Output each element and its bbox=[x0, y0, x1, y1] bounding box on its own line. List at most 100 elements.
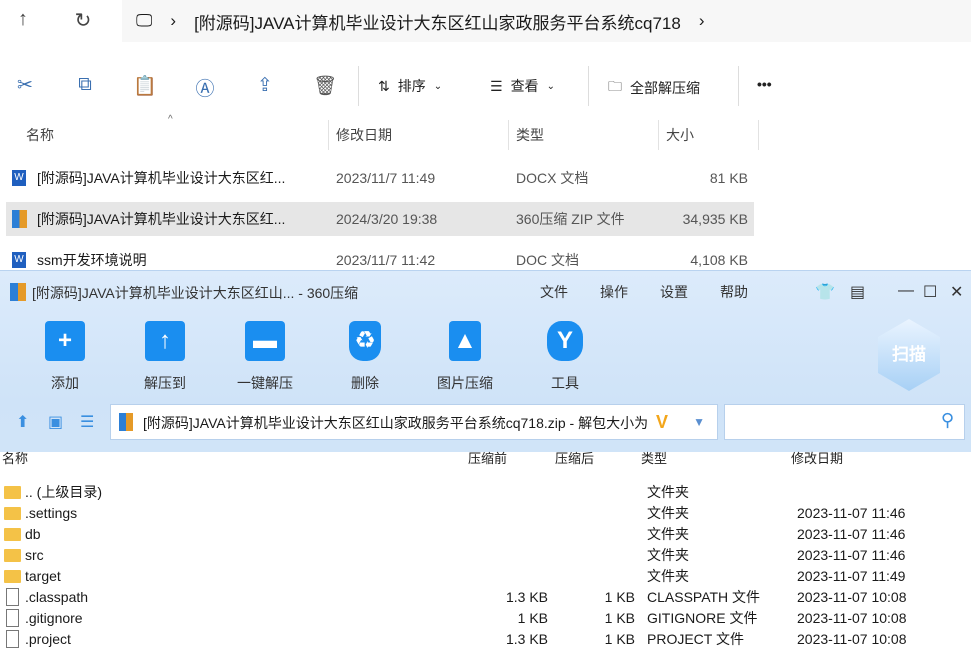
search-icon[interactable]: ⚲ bbox=[941, 410, 954, 431]
list-view-icon[interactable]: ☰ bbox=[80, 412, 94, 432]
entry-type: 文件夹 bbox=[647, 526, 689, 542]
view-button[interactable]: ☰ 查看 ⌄ bbox=[490, 76, 555, 96]
scan-button[interactable]: 扫描 bbox=[878, 319, 940, 391]
dropdown-icon[interactable]: ▼ bbox=[693, 405, 705, 439]
entry-before: 1 KB bbox=[517, 610, 548, 626]
paste-icon[interactable]: 📋 bbox=[130, 74, 160, 98]
address-bar[interactable]: 🖵 › [附源码]JAVA计算机毕业设计大东区红山家政服务平台系统cq718 › bbox=[122, 0, 971, 42]
menu-help[interactable]: 帮助 bbox=[720, 282, 748, 302]
cut-icon[interactable]: ✂ bbox=[10, 74, 40, 97]
entry-type: CLASSPATH 文件 bbox=[647, 589, 761, 605]
entry-name: db bbox=[25, 526, 41, 542]
one-click-extract-button[interactable]: ▬ 一键解压 bbox=[225, 321, 305, 393]
more-button[interactable]: ••• bbox=[757, 76, 772, 92]
archive-row[interactable]: db 文件夹 2023-11-07 11:46 bbox=[0, 524, 971, 545]
menu-settings[interactable]: 设置 bbox=[660, 282, 688, 302]
column-size[interactable]: 大小 bbox=[666, 120, 694, 150]
breadcrumb[interactable]: [附源码]JAVA计算机毕业设计大东区红山家政服务平台系统cq718 bbox=[194, 9, 681, 34]
archive-row[interactable]: .gitignore 1 KB 1 KB GITIGNORE 文件 2023-11-07… bbox=[0, 608, 971, 629]
image-compress-button[interactable]: ▲ 图片压缩 bbox=[425, 321, 505, 393]
entry-type: PROJECT 文件 bbox=[647, 631, 744, 647]
sort-label: 排序 bbox=[397, 78, 426, 94]
archive-file-list: 名称 压缩前 压缩后 类型 修改日期 .. (上级目录) 文件夹 .settings… bbox=[0, 451, 971, 650]
file-name: [附源码]JAVA计算机毕业设计大东区红... bbox=[37, 170, 286, 186]
file-row[interactable]: W [附源码]JAVA计算机毕业设计大东区红... 2023/11/7 11:49 D… bbox=[6, 161, 754, 195]
archive-row[interactable]: .. (上级目录) 文件夹 bbox=[0, 482, 971, 503]
file-row[interactable]: [附源码]JAVA计算机毕业设计大东区红... 2024/3/20 19:38 36… bbox=[6, 202, 754, 236]
rename-icon[interactable]: Ⓐ bbox=[190, 74, 220, 101]
share-icon[interactable]: ⇪ bbox=[250, 74, 280, 97]
menu-operate[interactable]: 操作 bbox=[600, 282, 628, 302]
extract-to-button[interactable]: ↑ 解压到 bbox=[125, 321, 205, 393]
entry-date: 2023-11-07 11:46 bbox=[797, 505, 906, 521]
column-date[interactable]: 修改日期 bbox=[791, 448, 843, 467]
sort-button[interactable]: ⇅ 排序 ⌄ bbox=[378, 76, 442, 96]
column-after[interactable]: 压缩后 bbox=[555, 448, 594, 467]
extract-all-button[interactable]: 🗀 全部解压缩 bbox=[608, 76, 700, 100]
sort-icon: ⇅ bbox=[378, 77, 390, 94]
folder-icon bbox=[4, 570, 21, 583]
delete-icon[interactable]: 🗑 bbox=[310, 74, 340, 98]
maximize-icon[interactable]: ☐ bbox=[923, 282, 937, 302]
chevron-down-icon: ⌄ bbox=[546, 80, 555, 92]
up-level-icon[interactable]: ⬆ bbox=[16, 412, 29, 432]
refresh-icon[interactable]: ↻ bbox=[68, 8, 98, 36]
menu-file[interactable]: 文件 bbox=[540, 282, 568, 302]
entry-after: 1 KB bbox=[604, 589, 635, 605]
tools-button[interactable]: Y 工具 bbox=[525, 321, 605, 393]
archive-path-field[interactable]: [附源码]JAVA计算机毕业设计大东区红山家政服务平台系统cq718.zip -… bbox=[110, 404, 718, 440]
column-type[interactable]: 类型 bbox=[641, 448, 667, 467]
folder-icon bbox=[4, 507, 21, 520]
entry-type: 文件夹 bbox=[647, 547, 689, 563]
entry-name: .settings bbox=[25, 505, 78, 521]
view-label: 查看 bbox=[510, 78, 539, 94]
one-click-extract-icon: ▬ bbox=[245, 321, 285, 361]
file-icon bbox=[6, 630, 19, 648]
delete-label: 删除 bbox=[351, 375, 379, 391]
entry-name: src bbox=[25, 547, 44, 563]
archive-row[interactable]: .project 1.3 KB 1 KB PROJECT 文件 2023-11-07 1… bbox=[0, 629, 971, 650]
column-name[interactable]: 名称 bbox=[26, 120, 54, 150]
detail-view-icon[interactable]: ▣ bbox=[48, 412, 63, 432]
archive-row[interactable]: .settings 文件夹 2023-11-07 11:46 bbox=[0, 503, 971, 524]
file-date: 2024/3/20 19:38 bbox=[336, 211, 438, 227]
column-before[interactable]: 压缩前 bbox=[468, 448, 507, 467]
column-date[interactable]: 修改日期 bbox=[336, 120, 392, 150]
minimize-icon[interactable]: — bbox=[898, 282, 914, 300]
entry-before: 1.3 KB bbox=[505, 631, 548, 647]
archive-row[interactable]: target 文件夹 2023-11-07 11:49 bbox=[0, 566, 971, 587]
zip-icon bbox=[119, 413, 133, 431]
delete-button[interactable]: ♻ 删除 bbox=[325, 321, 405, 393]
entry-after: 1 KB bbox=[604, 610, 635, 626]
divider bbox=[588, 66, 589, 106]
file-size: 34,935 KB bbox=[682, 211, 748, 227]
file-icon bbox=[6, 609, 19, 627]
file-type: DOCX 文档 bbox=[516, 170, 589, 186]
column-divider bbox=[508, 120, 509, 150]
vip-v-icon: V bbox=[655, 412, 668, 432]
tools-label: 工具 bbox=[551, 375, 579, 391]
chevron-right-icon[interactable]: › bbox=[699, 11, 705, 31]
zip-icon bbox=[12, 210, 27, 228]
chevron-right-icon: › bbox=[170, 11, 177, 30]
up-arrow-icon[interactable]: ↑ bbox=[8, 8, 38, 36]
feedback-icon[interactable]: ▤ bbox=[850, 282, 865, 302]
column-divider bbox=[758, 120, 759, 150]
archive-row[interactable]: src 文件夹 2023-11-07 11:46 bbox=[0, 545, 971, 566]
search-input[interactable]: ⚲ bbox=[724, 404, 965, 440]
sort-up-icon: ^ bbox=[168, 114, 173, 125]
extract-all-label: 全部解压缩 bbox=[630, 80, 700, 96]
archive-row[interactable]: .classpath 1.3 KB 1 KB CLASSPATH 文件 2023-11-… bbox=[0, 587, 971, 608]
column-name[interactable]: 名称 bbox=[2, 448, 28, 467]
tools-icon: Y bbox=[547, 321, 583, 361]
folder-icon bbox=[4, 528, 21, 541]
chevron-down-icon: ⌄ bbox=[433, 80, 443, 92]
column-type[interactable]: 类型 bbox=[516, 120, 544, 150]
extract-to-label: 解压到 bbox=[144, 375, 186, 391]
window-title: [附源码]JAVA计算机毕业设计大东区红山... - 360压缩 bbox=[32, 285, 359, 301]
skin-icon[interactable]: 👕 bbox=[815, 282, 835, 302]
add-button[interactable]: + 添加 bbox=[25, 321, 105, 393]
close-icon[interactable]: ✕ bbox=[950, 282, 963, 302]
copy-icon[interactable]: ⧉ bbox=[70, 74, 100, 96]
file-size: 81 KB bbox=[709, 170, 748, 186]
